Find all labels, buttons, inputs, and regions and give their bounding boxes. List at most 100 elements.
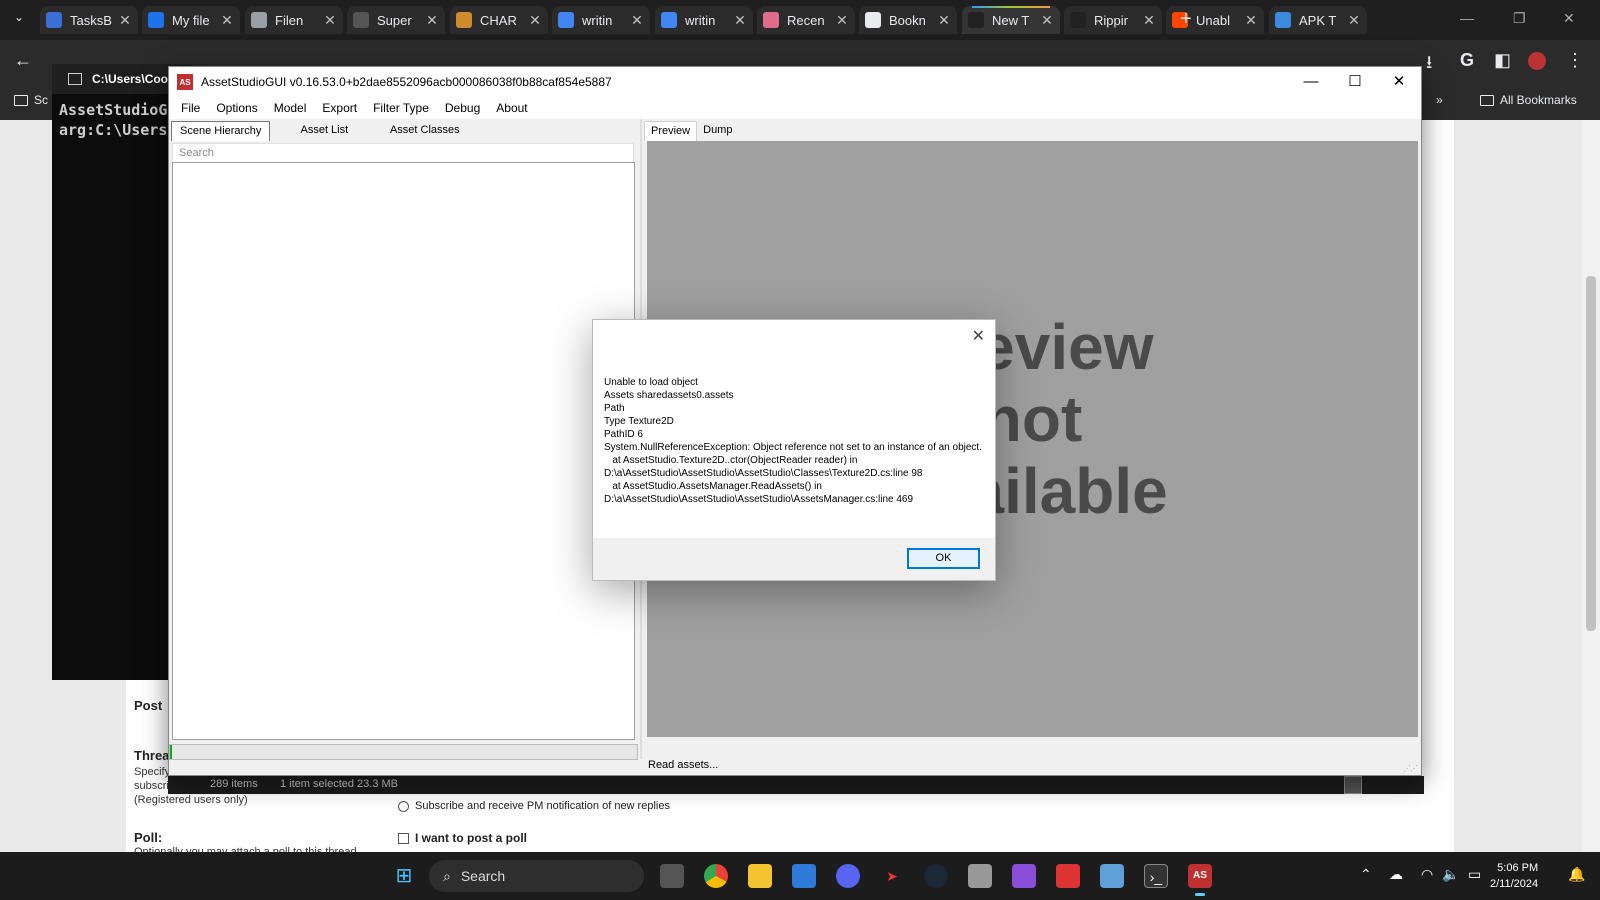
minimize-icon[interactable]: — [1460,10,1474,26]
tab-asset-classes[interactable]: Asset Classes [378,121,471,141]
download-icon[interactable]: ⭳ [1426,50,1432,80]
subscribe-radio[interactable] [398,800,409,812]
tab-close-icon[interactable]: ✕ [1347,12,1361,29]
file-explorer-icon[interactable] [748,864,772,888]
tab-favicon-icon [1070,12,1086,28]
app-icon-purple[interactable] [1012,864,1036,888]
subscribe-option[interactable]: Subscribe and receive PM notification of… [398,800,670,812]
poll-option[interactable]: I want to post a poll [398,831,527,845]
tab-asset-list[interactable]: Asset List [270,121,378,141]
close-icon[interactable]: ✕ [1563,10,1575,27]
tab-close-icon[interactable]: ✕ [323,12,337,29]
tab-favicon-icon [558,12,574,28]
chrome-icon[interactable] [704,864,728,888]
tab-favicon-icon [1275,12,1291,28]
tab-close-icon[interactable]: ✕ [118,12,132,29]
menu-debug[interactable]: Debug [437,97,488,119]
minimize-icon[interactable]: — [1291,71,1331,93]
tab-close-icon[interactable]: ✕ [1040,12,1054,29]
show-hidden-icons-icon[interactable]: ⌃ [1360,866,1372,883]
bookmarks-overflow-icon[interactable]: » [1436,93,1443,107]
browser-tab[interactable]: Bookn ✕ [859,6,957,34]
menu-about[interactable]: About [488,97,535,119]
resize-grip-icon[interactable]: ⋰⋰ [1403,764,1418,773]
tab-scene-hierarchy[interactable]: Scene Hierarchy [171,121,271,141]
menu-icon[interactable]: ⋮ [1566,50,1584,71]
onedrive-icon[interactable]: ☁ [1389,866,1403,883]
tab-favicon-icon [968,12,984,28]
browser-tab[interactable]: Recen ✕ [757,6,855,34]
notepad-icon[interactable] [792,864,816,888]
bookmark-folder-sc[interactable]: Sc [14,93,48,107]
grammarly-icon[interactable]: G [1460,50,1474,71]
volume-icon[interactable]: 🔈 [1442,866,1459,883]
discord-icon[interactable] [836,864,860,888]
details-view-icon[interactable] [1344,776,1362,794]
poll-label: Poll: [134,830,163,845]
scroll-thumb[interactable] [1586,276,1596,631]
explorer-selection: 1 item selected 23.3 MB [280,778,399,790]
scene-tree[interactable] [172,162,635,740]
app-icon-red[interactable]: ➤ [880,864,904,888]
tab-search-icon[interactable]: ⌄ [8,10,30,30]
back-icon[interactable]: ← [14,50,32,71]
browser-tab[interactable]: writin ✕ [655,6,753,34]
all-bookmarks-folder[interactable]: All Bookmarks [1480,93,1577,107]
close-icon[interactable]: ✕ [1379,71,1419,93]
tab-favicon-icon [353,12,369,28]
assetstudio-taskbar-icon[interactable]: AS [1188,864,1212,896]
explorer-status-bar: 289 items 1 item selected 23.3 MB [168,776,1424,794]
poll-checkbox[interactable] [398,832,409,844]
new-tab-icon[interactable]: + [1180,8,1192,31]
tab-close-icon[interactable]: ✕ [835,12,849,29]
ok-button[interactable]: OK [907,548,980,569]
assetstudio-title-bar: AS AssetStudioGUI v0.16.53.0+b2dae855209… [169,67,1421,97]
browser-tab[interactable]: writin ✕ [552,6,650,34]
maximize-icon[interactable]: ☐ [1335,71,1375,93]
snipping-icon[interactable] [1056,864,1080,888]
menu-file[interactable]: File [173,97,208,119]
tiles-view-icon[interactable] [1366,776,1384,794]
browser-tab[interactable]: My file ✕ [142,6,240,34]
tab-close-icon[interactable]: ✕ [528,12,542,29]
menu-model[interactable]: Model [266,97,315,119]
page-scrollbar[interactable] [1582,120,1600,852]
tab-close-icon[interactable]: ✕ [733,12,747,29]
browser-tab[interactable]: Super ✕ [347,6,445,34]
browser-tab[interactable]: CHAR ✕ [450,6,548,34]
dialog-close-icon[interactable]: ✕ [972,326,985,346]
start-icon[interactable]: ⊞ [392,864,416,888]
tab-close-icon[interactable]: ✕ [1244,12,1258,29]
browser-tab[interactable]: Filen ✕ [245,6,343,34]
menu-options[interactable]: Options [208,97,265,119]
tab-close-icon[interactable]: ✕ [220,12,234,29]
tab-close-icon[interactable]: ✕ [1142,12,1156,29]
terminal-taskbar-icon[interactable]: ›_ [1144,864,1168,888]
browser-tab[interactable]: APK T ✕ [1269,6,1367,34]
app-icon-gray[interactable] [968,864,992,888]
restore-icon[interactable]: ❐ [1513,10,1526,27]
tab-close-icon[interactable]: ✕ [630,12,644,29]
browser-tab[interactable]: Rippir ✕ [1064,6,1162,34]
tab-close-icon[interactable]: ✕ [937,12,951,29]
wifi-icon[interactable]: ◠ [1421,866,1433,883]
browser-tab[interactable]: New T ✕ [962,6,1060,34]
steam-icon[interactable] [924,864,948,888]
tab-favicon-icon [661,12,677,28]
tab-close-icon[interactable]: ✕ [425,12,439,29]
tab-dump[interactable]: Dump [697,121,738,141]
profile-avatar[interactable] [1528,52,1546,70]
browser-tab[interactable]: TasksB ✕ [40,6,138,34]
task-view-icon[interactable] [660,864,684,888]
taskbar-search[interactable]: ⌕ Search [429,860,644,892]
side-panel-icon[interactable]: ◧ [1494,50,1511,71]
notification-bell-icon[interactable]: 🔔 [1568,866,1585,883]
photos-icon[interactable] [1100,864,1124,888]
menu-export[interactable]: Export [314,97,365,119]
tab-preview[interactable]: Preview [644,121,698,141]
menu-filter-type[interactable]: Filter Type [365,97,437,119]
battery-icon[interactable]: ▭ [1468,866,1481,883]
search-input[interactable]: Search [172,143,634,163]
system-clock[interactable]: 5:06 PM 2/11/2024 [1490,860,1538,892]
left-tabs: Scene Hierarchy Asset List Asset Classes [171,121,471,141]
